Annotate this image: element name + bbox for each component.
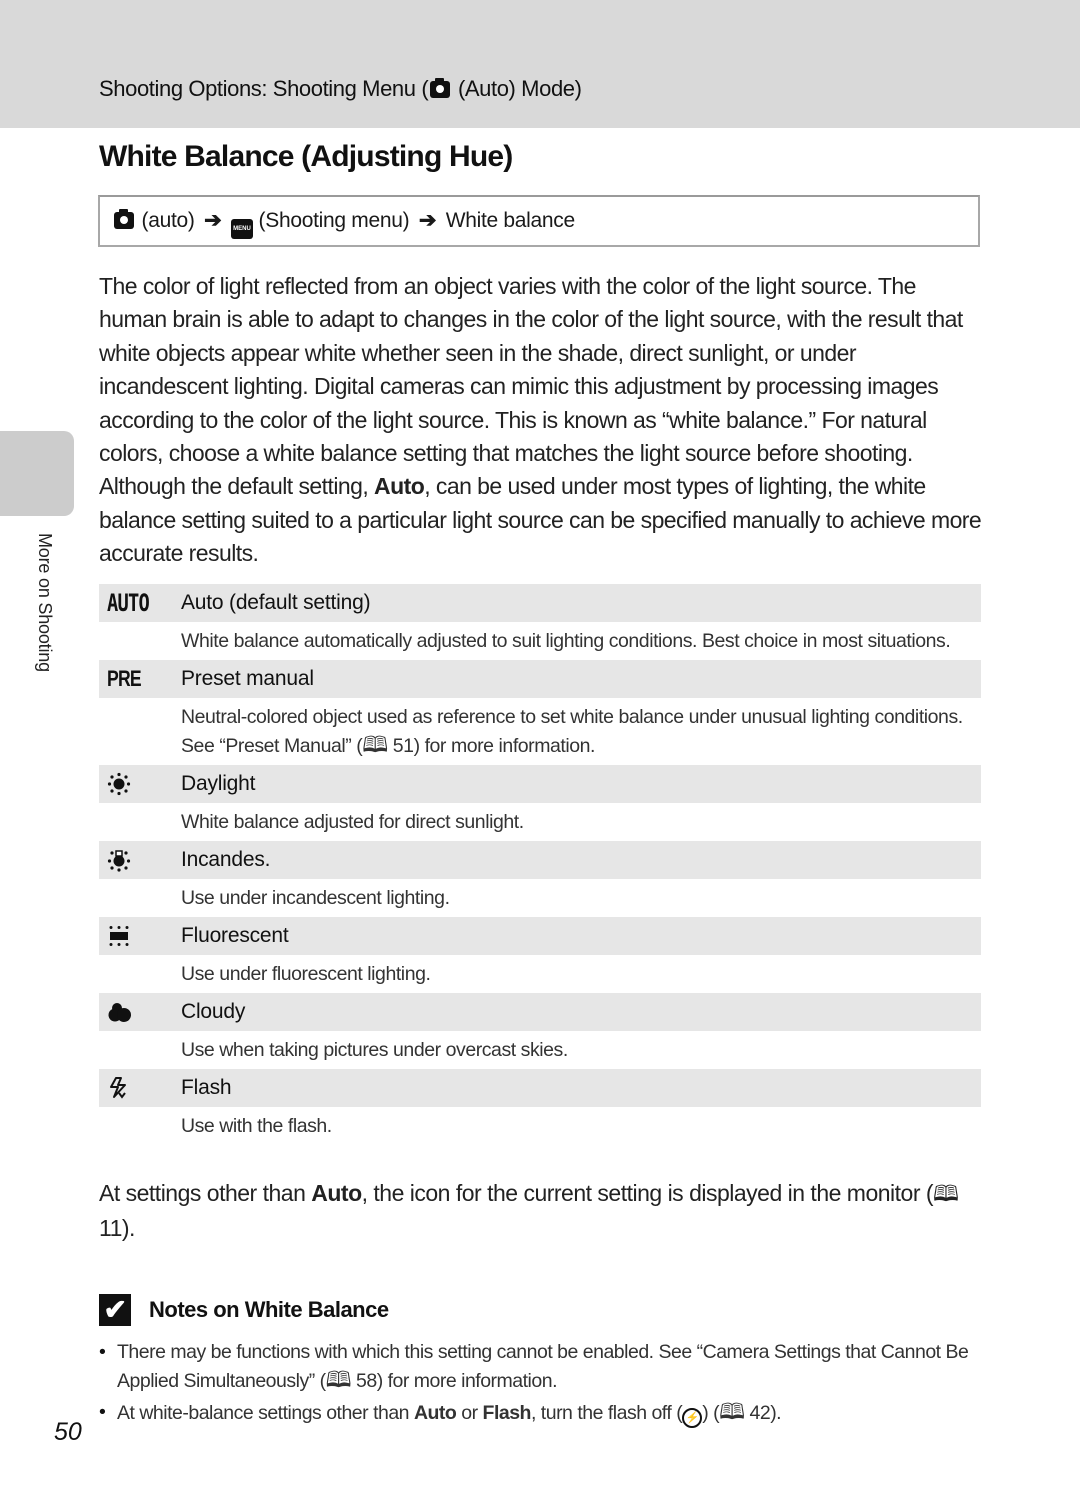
menu-path-step-shooting-menu: (Shooting menu) — [258, 209, 410, 232]
arrow-right-icon: ➔ — [204, 209, 222, 232]
flash-icon — [107, 1074, 167, 1102]
setting-desc: White balance adjusted for direct sunlig… — [181, 811, 524, 833]
auto-wb-icon: AUTO — [107, 589, 150, 617]
book-ref-icon: 🕮 — [325, 1367, 352, 1392]
daylight-icon — [107, 770, 167, 798]
preset-manual-icon: PRE — [107, 666, 142, 691]
book-ref-icon: 🕮 — [362, 732, 388, 757]
arrow-right-icon: ➔ — [418, 209, 437, 232]
setting-desc: Use under fluorescent lighting. — [181, 963, 431, 985]
setting-row-flash: Flash — [99, 1069, 981, 1107]
book-ref-icon: 🕮 — [719, 1399, 745, 1424]
camera-icon — [430, 78, 451, 98]
notes-heading: ✔ Notes on White Balance — [99, 1294, 989, 1326]
menu-path-step-white-balance: White balance — [445, 209, 575, 232]
page-title: White Balance (Adjusting Hue) — [99, 140, 513, 173]
setting-row-preset-manual: PRE Preset manual — [99, 660, 981, 698]
setting-row-auto: AUTO Auto (default setting) — [99, 584, 981, 622]
setting-row-fluorescent: Fluorescent — [99, 917, 981, 955]
page-number: 50 — [54, 1418, 82, 1446]
camera-icon — [114, 209, 134, 229]
check-icon: ✔ — [99, 1294, 131, 1326]
setting-desc: Neutral-colored object used as reference… — [181, 706, 963, 757]
cloudy-icon — [107, 998, 167, 1026]
flash-off-icon: ⚡ — [682, 1408, 703, 1428]
header-band — [0, 0, 1080, 128]
notes-section: ✔ Notes on White Balance There may be fu… — [99, 1294, 989, 1431]
intro-paragraph: The color of light reflected from an obj… — [99, 273, 982, 567]
setting-row-daylight: Daylight — [99, 765, 981, 803]
monitor-note-paragraph: At settings other than Auto, the icon fo… — [99, 1176, 989, 1245]
section-header: Shooting Options: Shooting Menu ( (Auto)… — [99, 76, 582, 101]
chapter-label: More on Shooting — [35, 533, 55, 672]
white-balance-settings-table: AUTO Auto (default setting) White balanc… — [99, 584, 981, 1145]
menu-path-step-auto: (auto) — [141, 209, 195, 232]
menu-icon: MENU — [231, 219, 253, 239]
fluorescent-icon — [107, 922, 167, 950]
note-item: At white-balance settings other than Aut… — [99, 1398, 989, 1428]
note-item: There may be functions with which this s… — [99, 1338, 989, 1395]
chapter-tab — [0, 431, 74, 516]
setting-desc: Use when taking pictures under overcast … — [181, 1039, 568, 1061]
menu-path-box: (auto) ➔ MENU (Shooting menu) ➔ White ba… — [98, 195, 980, 247]
incandescent-icon — [107, 846, 167, 874]
setting-desc: Use with the flash. — [181, 1115, 332, 1137]
setting-desc: White balance automatically adjusted to … — [181, 630, 951, 652]
setting-row-incandescent: Incandes. — [99, 841, 981, 879]
setting-desc: Use under incandescent lighting. — [181, 887, 450, 909]
setting-row-cloudy: Cloudy — [99, 993, 981, 1031]
book-ref-icon: 🕮 — [933, 1181, 959, 1206]
